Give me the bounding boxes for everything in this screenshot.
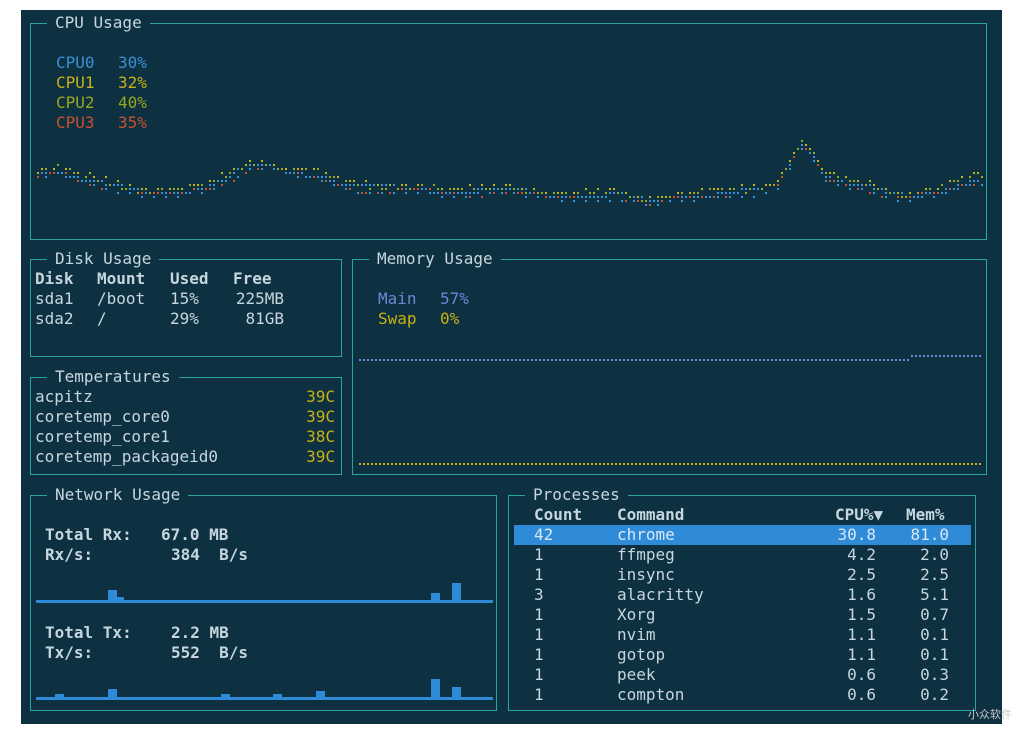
- process-cpu: 1.5: [847, 605, 876, 624]
- disk-cell: 225MB: [235, 289, 284, 308]
- disk-cell: 29%: [170, 309, 199, 328]
- process-count: 3: [534, 585, 544, 604]
- process-row[interactable]: 1 insync 2.5 2.5: [514, 565, 971, 585]
- cpu-graph: [37, 140, 983, 206]
- process-cpu: 0.6: [847, 665, 876, 684]
- disk-usage-title: Disk Usage: [47, 249, 160, 269]
- process-cpu: 1.6: [847, 585, 876, 604]
- process-row[interactable]: 1 ffmpeg 4.2 2.0: [514, 545, 971, 565]
- network-usage-panel: Network Usage Total Rx: 67.0 MB Rx/s: 38…: [30, 485, 497, 711]
- disk-cell: /: [97, 309, 107, 328]
- temperatures-title: Temperatures: [47, 367, 179, 387]
- process-row[interactable]: 3 alacritty 1.6 5.1: [514, 585, 971, 605]
- terminal-window: CPU Usage CPU0 30% CPU1 32% CPU2 40% CPU3 35% D…: [21, 10, 1002, 724]
- temperature-sensor-name: acpitz: [35, 387, 93, 406]
- disk-cell: sda1: [35, 289, 74, 308]
- temperature-sensor-name: coretemp_core1: [35, 427, 170, 446]
- process-cpu: 2.5: [847, 565, 876, 584]
- process-cpu: 1.1: [847, 625, 876, 644]
- disk-cell: /boot: [97, 289, 146, 308]
- column-header-command[interactable]: Command: [617, 505, 684, 525]
- process-count: 1: [534, 605, 544, 624]
- disk-usage-panel: Disk Usage Disk Mount Used Free sda1/boot 15%…: [30, 249, 342, 357]
- process-mem: 2.5: [920, 565, 949, 584]
- process-cpu: 4.2: [847, 545, 876, 564]
- rx-sparkline: [36, 583, 493, 603]
- process-row[interactable]: 42 chrome 30.8 81.0: [514, 525, 971, 545]
- memory-swap-line: [359, 463, 981, 465]
- temperature-value: 38C: [306, 427, 335, 446]
- process-command: chrome: [617, 525, 675, 544]
- disk-column-header: Mount: [97, 269, 146, 288]
- temperature-value: 39C: [306, 387, 335, 406]
- disk-cell: sda2: [35, 309, 74, 328]
- column-header-mem[interactable]: Mem%: [906, 505, 945, 525]
- process-command: compton: [617, 685, 685, 704]
- process-command: alacritty: [617, 585, 704, 604]
- process-command: Xorg: [617, 605, 656, 624]
- process-mem: 0.2: [920, 685, 949, 704]
- process-command: gotop: [617, 645, 666, 664]
- process-cpu: 0.6: [847, 685, 876, 704]
- process-command: ffmpeg: [617, 545, 675, 564]
- process-mem: 2.0: [920, 545, 949, 564]
- tx-sparkline: [36, 679, 493, 700]
- process-cpu: 30.8: [837, 525, 876, 544]
- disk-column-header: Free: [233, 269, 272, 288]
- process-mem: 0.1: [920, 625, 949, 644]
- disk-column-header: Disk: [35, 269, 74, 288]
- process-row[interactable]: 1 compton 0.6 0.2: [514, 685, 971, 705]
- process-count: 1: [534, 625, 544, 644]
- processes-title: Processes: [525, 485, 628, 505]
- process-table-header: Count Command CPU%▼ Mem%: [514, 505, 971, 525]
- process-count: 1: [534, 685, 544, 704]
- process-row[interactable]: 1 gotop 1.1 0.1: [514, 645, 971, 665]
- process-count: 1: [534, 565, 544, 584]
- cpu-trace-fill: [45, 148, 983, 206]
- temperature-value: 39C: [306, 447, 335, 466]
- disk-cell: 81GB: [245, 309, 284, 328]
- process-cpu: 1.1: [847, 645, 876, 664]
- temperatures-panel: Temperatures acpitz 39C coretemp_core0 39C c…: [30, 367, 342, 475]
- disk-cell: 15%: [170, 289, 199, 308]
- process-mem: 81.0: [910, 525, 949, 544]
- process-mem: 0.1: [920, 645, 949, 664]
- process-row[interactable]: 1 Xorg 1.5 0.7: [514, 605, 971, 625]
- process-command: peek: [617, 665, 656, 684]
- process-command: nvim: [617, 625, 656, 644]
- memory-main-line: [359, 355, 981, 361]
- temperature-sensor-name: coretemp_core0: [35, 407, 170, 426]
- column-header-cpu[interactable]: CPU%▼: [835, 505, 883, 525]
- process-count: 1: [534, 545, 544, 564]
- process-count: 1: [534, 665, 544, 684]
- temperature-value: 39C: [306, 407, 335, 426]
- process-mem: 5.1: [920, 585, 949, 604]
- memory-graph: [359, 355, 981, 465]
- watermark: 小众软件: [968, 708, 1012, 721]
- process-mem: 0.3: [920, 665, 949, 684]
- processes-panel: Processes Count Command CPU%▼ Mem% 42 chr…: [508, 485, 976, 711]
- cpu-usage-panel: CPU Usage CPU0 30% CPU1 32% CPU2 40% CPU3 35%: [30, 13, 987, 240]
- column-header-count[interactable]: Count: [534, 505, 582, 525]
- disk-column-header: Used: [170, 269, 209, 288]
- process-row[interactable]: 1 nvim 1.1 0.1: [514, 625, 971, 645]
- process-command: insync: [617, 565, 675, 584]
- process-count: 42: [534, 525, 554, 544]
- memory-usage-panel: Memory Usage Main 57% Swap 0%: [352, 249, 987, 475]
- process-row[interactable]: 1 peek 0.6 0.3: [514, 665, 971, 685]
- network-sparklines: [36, 583, 493, 700]
- process-mem: 0.7: [920, 605, 949, 624]
- process-count: 1: [534, 645, 544, 664]
- temperature-sensor-name: coretemp_packageid0: [35, 447, 219, 466]
- cpu-trace-0: [37, 144, 983, 202]
